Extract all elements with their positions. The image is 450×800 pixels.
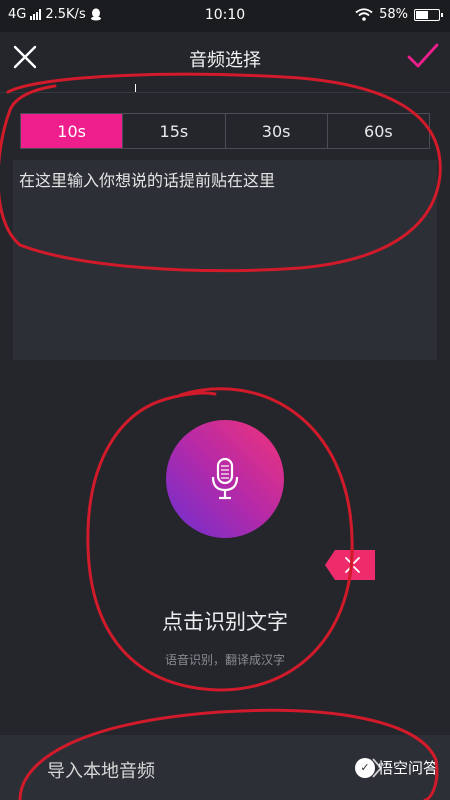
text-cursor (135, 84, 136, 92)
record-button[interactable] (166, 420, 284, 538)
status-bar: 4G 2.5K/s 10:10 58% (0, 0, 450, 32)
top-bar: 音频选择 (0, 32, 450, 82)
recognize-label: 点击识别文字 (162, 610, 288, 634)
duration-tab-10s[interactable]: 10s (21, 114, 123, 148)
wifi-icon (355, 8, 373, 21)
duration-tab-30s[interactable]: 30s (224, 114, 327, 148)
collapse-icon[interactable] (325, 550, 375, 580)
duration-selector: 10s 15s 30s 60s (20, 113, 430, 149)
page-title: 音频选择 (189, 50, 261, 71)
watermark-text: 悟空问答 (377, 759, 438, 777)
header-divider (0, 92, 450, 93)
watermark: ✓ 悟空问答 (354, 757, 438, 778)
speech-text-input[interactable]: 在这里输入你想说的话提前贴在这里 (13, 160, 437, 360)
battery-icon (414, 8, 443, 21)
checkmark-icon[interactable] (406, 41, 440, 71)
duration-tab-15s[interactable]: 15s (122, 114, 224, 148)
microphone-icon (211, 457, 239, 500)
status-right: 58% (355, 7, 443, 22)
import-local-audio[interactable]: 导入本地音频 ✓ 悟空问答 (0, 735, 450, 800)
battery-percent: 58% (379, 7, 408, 22)
recognize-sublabel: 语音识别，翻译成汉字 (164, 653, 285, 667)
watermark-logo-icon: ✓ (354, 757, 375, 778)
import-label: 导入本地音频 (47, 761, 155, 782)
duration-tab-60s[interactable]: 60s (326, 114, 429, 148)
